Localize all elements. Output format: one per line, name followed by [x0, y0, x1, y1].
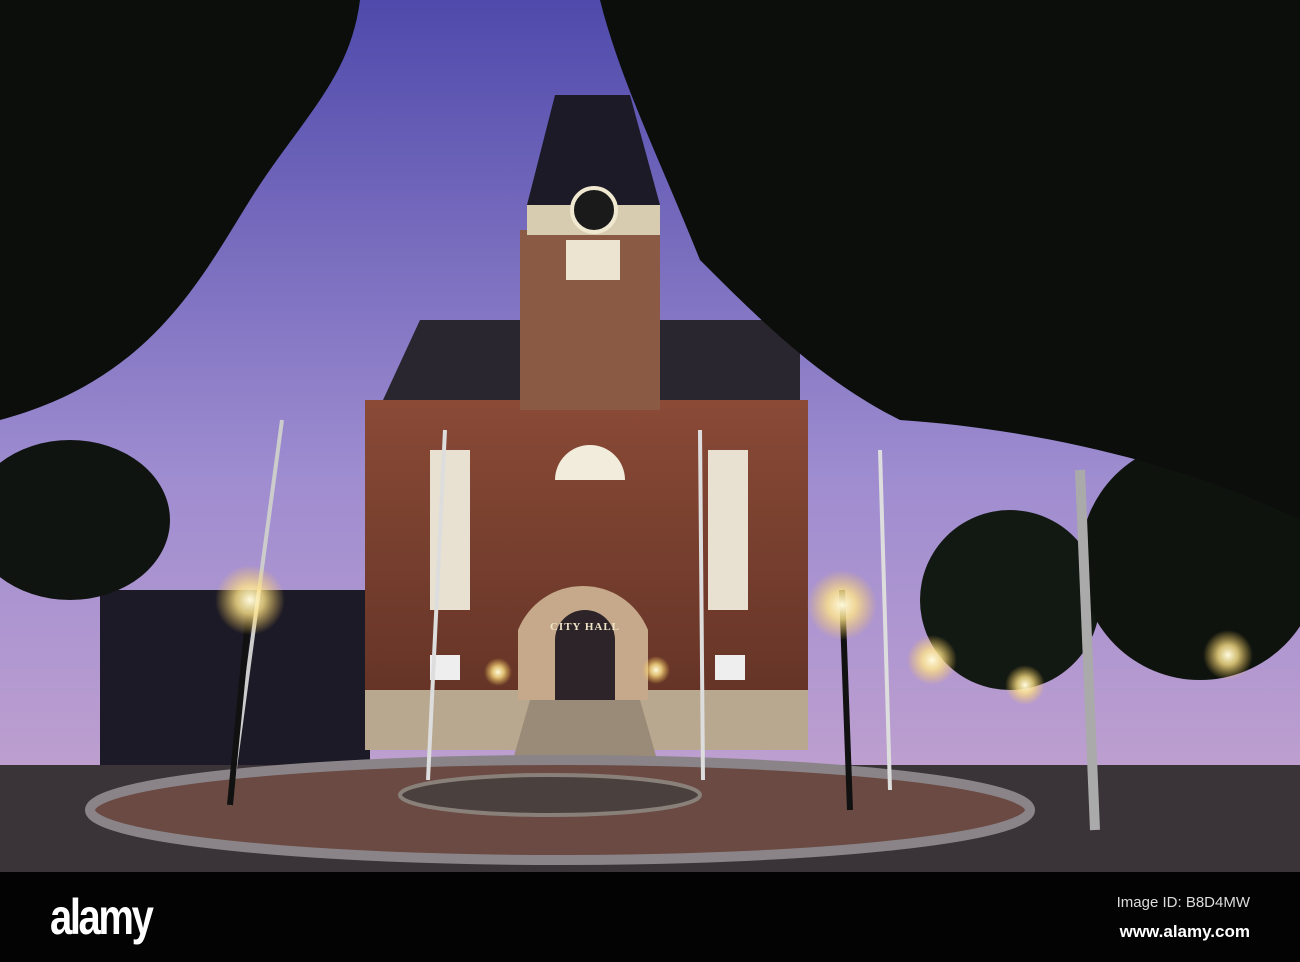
photo: CITY HALL [0, 0, 1300, 872]
image-id: Image ID: B8D4MW [1116, 894, 1250, 911]
alamy-logo: alamy [50, 889, 154, 945]
building-sign: CITY HALL [550, 621, 620, 633]
fountain [398, 773, 702, 817]
website-link[interactable]: www.alamy.com [1120, 922, 1250, 942]
footer-bar: alamy Image ID: B8D4MW www.alamy.com [0, 872, 1300, 962]
clock-icon [570, 186, 618, 234]
